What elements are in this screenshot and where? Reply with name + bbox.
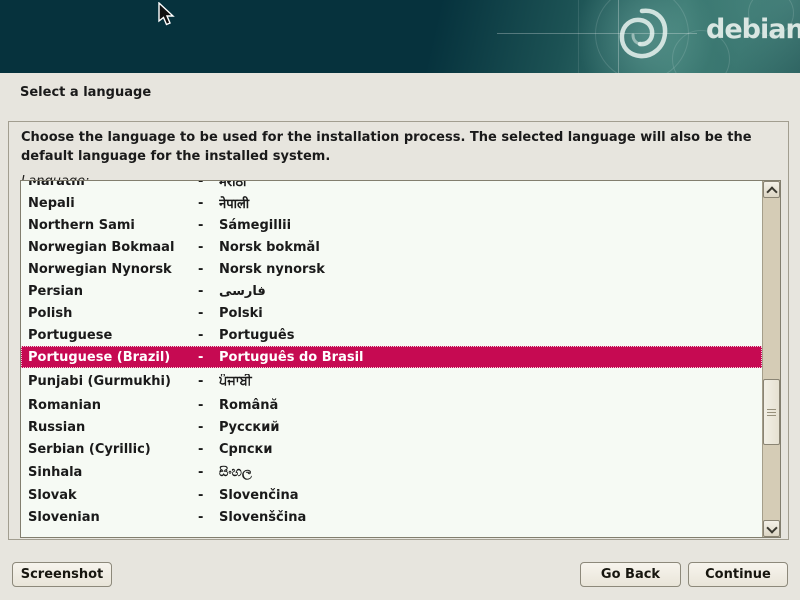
language-english-name: Serbian (Cyrillic): [21, 442, 198, 457]
language-english-name: Slovenian: [21, 510, 198, 525]
language-native-name: فارسی: [219, 284, 762, 299]
language-english-name: Russian: [21, 420, 198, 435]
list-item[interactable]: Norwegian Nynorsk-Norsk nynorsk: [21, 258, 762, 280]
thumb-grip: [767, 412, 776, 413]
list-item[interactable]: Polish-Polski: [21, 302, 762, 324]
language-english-name: Persian: [21, 284, 198, 299]
separator-dash: -: [198, 374, 219, 389]
language-native-name: සිංහල: [219, 465, 762, 480]
content-frame: Choose the language to be used for the i…: [8, 121, 789, 540]
language-native-name: Sámegillii: [219, 218, 762, 233]
separator-dash: -: [198, 218, 219, 233]
screenshot-button[interactable]: Screenshot: [12, 562, 112, 587]
language-english-name: Nepali: [21, 196, 198, 211]
list-item[interactable]: Northern Sami-Sámegillii: [21, 214, 762, 236]
vertical-scrollbar[interactable]: [762, 181, 780, 537]
separator-dash: -: [198, 328, 219, 343]
list-item[interactable]: Nepali-नेपाली: [21, 192, 762, 214]
list-item[interactable]: Sinhala-සිංහල: [21, 460, 762, 484]
language-native-name: Norsk nynorsk: [219, 262, 762, 277]
banner-guide-line: [578, 0, 579, 73]
mouse-cursor: [158, 2, 176, 28]
separator-dash: -: [198, 398, 219, 413]
instruction-text: Choose the language to be used for the i…: [21, 128, 773, 166]
language-native-name: मराठी: [219, 181, 762, 190]
scroll-down-button[interactable]: [763, 520, 780, 537]
language-list-viewport: Marathi-मराठीNepali-नेपालीNorthern Sami-…: [21, 181, 762, 537]
list-item[interactable]: Romanian-Română: [21, 394, 762, 416]
list-item[interactable]: Punjabi (Gurmukhi)-ਪੰਜਾਬੀ: [21, 368, 762, 394]
go-back-button[interactable]: Go Back: [580, 562, 681, 587]
continue-button[interactable]: Continue: [688, 562, 788, 587]
language-native-name: Norsk bokmål: [219, 240, 762, 255]
language-english-name: Romanian: [21, 398, 198, 413]
list-item[interactable]: Slovenian-Slovenščina: [21, 506, 762, 528]
language-english-name: Norwegian Nynorsk: [21, 262, 198, 277]
language-english-name: Northern Sami: [21, 218, 198, 233]
separator-dash: -: [198, 510, 219, 525]
language-native-name: Slovenščina: [219, 510, 762, 525]
thumb-grip: [767, 409, 776, 410]
language-english-name: Marathi: [21, 181, 198, 189]
separator-dash: -: [198, 488, 219, 503]
list-item[interactable]: Russian-Русский: [21, 416, 762, 438]
separator-dash: -: [198, 240, 219, 255]
language-english-name: Portuguese: [21, 328, 198, 343]
separator-dash: -: [198, 262, 219, 277]
language-english-name: Polish: [21, 306, 198, 321]
language-english-name: Norwegian Bokmaal: [21, 240, 198, 255]
language-english-name: Portuguese (Brazil): [21, 350, 198, 365]
separator-dash: -: [198, 420, 219, 435]
separator-dash: -: [198, 442, 219, 457]
chevron-up-icon: [766, 186, 777, 197]
language-native-name: Slovenčina: [219, 488, 762, 503]
list-item[interactable]: Portuguese-Português: [21, 324, 762, 346]
separator-dash: -: [198, 181, 219, 189]
separator-dash: -: [198, 284, 219, 299]
scrollbar-thumb[interactable]: [763, 379, 780, 445]
thumb-grip: [767, 415, 776, 416]
language-native-name: Polski: [219, 306, 762, 321]
list-item[interactable]: Portuguese (Brazil)-Português do Brasil: [21, 346, 762, 368]
list-item[interactable]: Norwegian Bokmaal-Norsk bokmål: [21, 236, 762, 258]
language-listbox: Marathi-मराठीNepali-नेपालीNorthern Sami-…: [20, 180, 781, 538]
language-native-name: Српски: [219, 442, 762, 457]
separator-dash: -: [198, 465, 219, 480]
separator-dash: -: [198, 306, 219, 321]
list-item[interactable]: Serbian (Cyrillic)-Српски: [21, 438, 762, 460]
list-item[interactable]: Persian-فارسی: [21, 280, 762, 302]
debian-wordmark: debian8: [706, 14, 800, 45]
debian-swirl-icon: [612, 5, 672, 67]
language-native-name: Română: [219, 398, 762, 413]
language-english-name: Slovak: [21, 488, 198, 503]
list-item[interactable]: Marathi-मराठी: [21, 181, 762, 192]
separator-dash: -: [198, 350, 219, 365]
language-native-name: Português: [219, 328, 762, 343]
language-native-name: ਪੰਜਾਬੀ: [219, 374, 762, 389]
separator-dash: -: [198, 196, 219, 211]
page-title: Select a language: [20, 85, 151, 100]
language-native-name: नेपाली: [219, 194, 762, 212]
scroll-up-button[interactable]: [763, 181, 780, 198]
language-list: Marathi-मराठीNepali-नेपालीNorthern Sami-…: [21, 181, 762, 528]
language-native-name: Русский: [219, 420, 762, 435]
installer-banner: debian8: [0, 0, 800, 73]
list-item[interactable]: Slovak-Slovenčina: [21, 484, 762, 506]
language-native-name: Português do Brasil: [219, 350, 762, 365]
language-english-name: Sinhala: [21, 465, 198, 480]
language-english-name: Punjabi (Gurmukhi): [21, 374, 198, 389]
chevron-down-icon: [766, 522, 777, 533]
